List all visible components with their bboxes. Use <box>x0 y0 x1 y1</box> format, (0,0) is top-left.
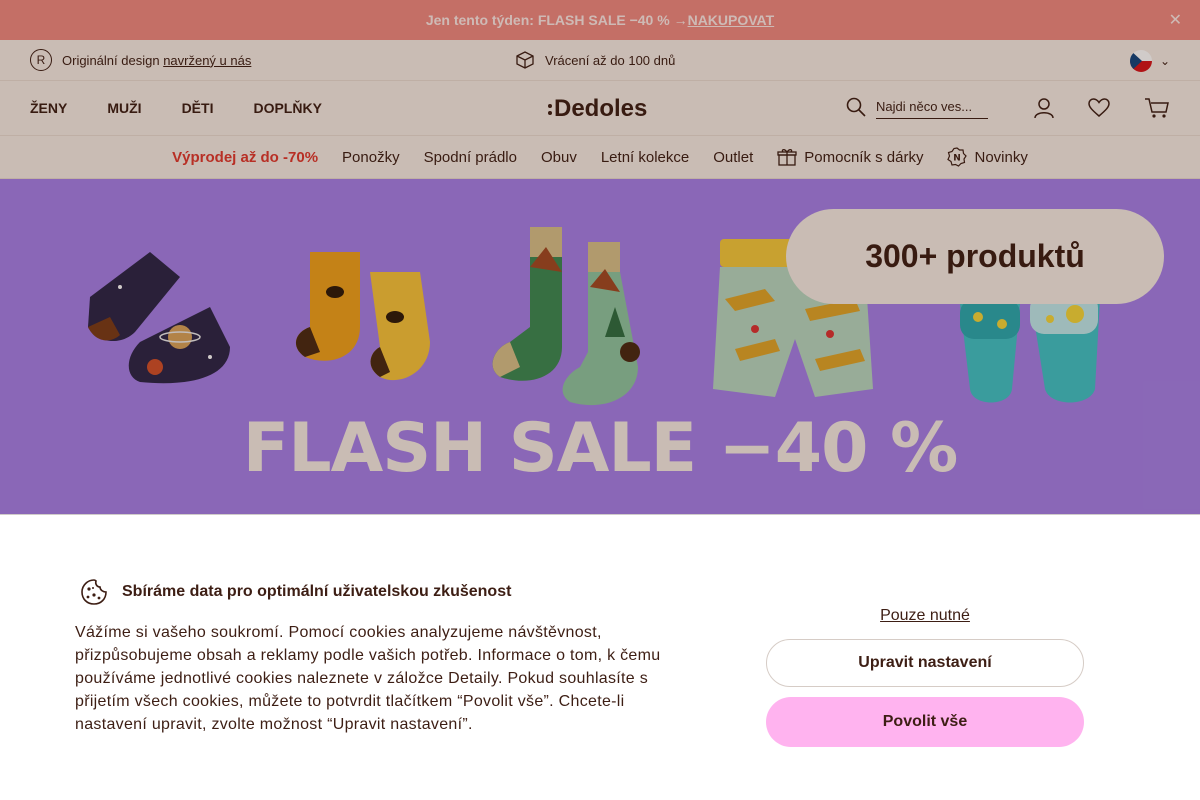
modal-overlay <box>0 0 1200 515</box>
cookie-title: Sbíráme data pro optimální uživatelskou … <box>122 583 512 600</box>
cookie-icon <box>81 579 107 605</box>
accept-all-button[interactable]: Povolit vše <box>766 697 1084 747</box>
cookie-header: Sbíráme data pro optimální uživatelskou … <box>80 578 511 606</box>
only-necessary-button[interactable]: Pouze nutné <box>766 607 1084 625</box>
edit-settings-button[interactable]: Upravit nastavení <box>766 639 1084 687</box>
cookie-description: Vážíme si vašeho soukromí. Pomocí cookie… <box>75 624 661 733</box>
cookie-consent-panel: Sbíráme data pro optimální uživatelskou … <box>0 515 1200 800</box>
